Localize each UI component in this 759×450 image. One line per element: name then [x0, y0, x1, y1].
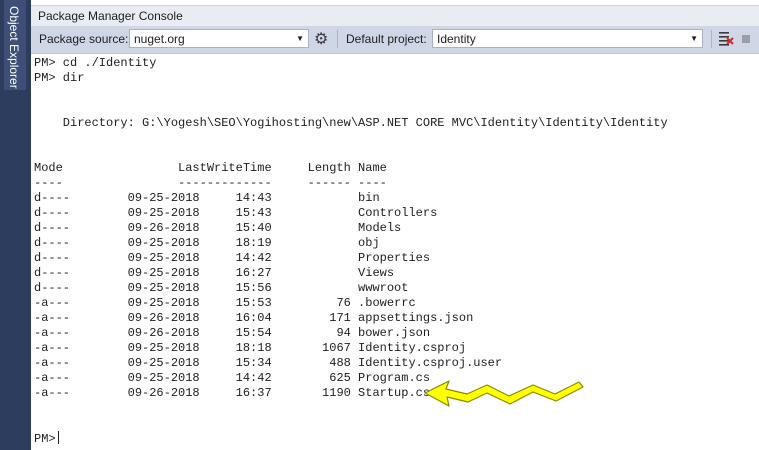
- listing-row: d---- 09-25-2018 16:27 Views: [34, 266, 395, 280]
- prompt-text: PM>: [34, 432, 56, 446]
- listing-row: d---- 09-26-2018 15:40 Models: [34, 221, 402, 235]
- listing-row: d---- 09-25-2018 15:43 Controllers: [34, 206, 438, 220]
- listing-row: -a--- 09-25-2018 18:18 1067 Identity.csp…: [34, 341, 467, 355]
- default-project-dropdown[interactable]: Identity ▼: [432, 29, 703, 48]
- listing-underline: ---- ------------- ------ ----: [34, 176, 387, 190]
- dropdown-arrow-icon: ▼: [296, 34, 304, 43]
- object-explorer-tab-label: Object Explorer: [7, 6, 21, 89]
- dropdown-arrow-icon: ▼: [690, 34, 698, 43]
- top-strip: [31, 1, 759, 5]
- listing-row: -a--- 09-26-2018 16:04 171 appsettings.j…: [34, 311, 474, 325]
- listing-row: d---- 09-25-2018 18:19 obj: [34, 236, 380, 250]
- package-source-dropdown[interactable]: nuget.org ▼: [129, 29, 309, 48]
- gear-icon[interactable]: ⚙: [314, 29, 328, 49]
- listing-row: d---- 09-25-2018 14:42 Properties: [34, 251, 431, 265]
- object-explorer-tab[interactable]: Object Explorer: [4, 0, 26, 90]
- window-title: Package Manager Console: [38, 9, 183, 23]
- yellow-arrow-annotation: [424, 380, 584, 407]
- console-toolbar: Package source: nuget.org ▼ ⚙ Default pr…: [31, 26, 759, 54]
- toolbar-separator: [337, 30, 338, 48]
- side-strip: Object Explorer: [0, 0, 31, 450]
- listing-row: -a--- 09-26-2018 15:54 94 bower.json: [34, 326, 431, 340]
- listing-header: Mode LastWriteTime Length Name: [34, 161, 387, 175]
- default-project-label: Default project:: [346, 32, 427, 46]
- listing-row: -a--- 09-25-2018 15:53 76 .bowerrc: [34, 296, 416, 310]
- console-command: PM> dir: [34, 71, 85, 85]
- package-source-value: nuget.org: [134, 32, 185, 46]
- directory-line: Directory: G:\Yogesh\SEO\Yogihosting\new…: [34, 116, 668, 130]
- package-source-label: Package source:: [39, 32, 129, 46]
- listing-row: -a--- 09-26-2018 16:37 1190 Startup.cs: [34, 386, 431, 400]
- listing-row: d---- 09-25-2018 15:56 wwwroot: [34, 281, 409, 295]
- console-command: PM> cd ./Identity: [34, 56, 157, 70]
- toolbar-separator: [711, 30, 712, 48]
- console-prompt[interactable]: PM>: [34, 431, 59, 447]
- tool-window-title-bar: Package Manager Console: [31, 1, 759, 27]
- console-output[interactable]: PM> cd ./Identity PM> dir Directory: G:\…: [31, 54, 759, 450]
- default-project-value: Identity: [437, 32, 476, 46]
- stop-icon[interactable]: [742, 35, 750, 43]
- text-cursor: [57, 431, 59, 444]
- clear-console-icon[interactable]: [718, 29, 734, 47]
- listing-row: -a--- 09-25-2018 15:34 488 Identity.cspr…: [34, 356, 503, 370]
- listing-row: -a--- 09-25-2018 14:42 625 Program.cs: [34, 371, 431, 385]
- listing-row: d---- 09-25-2018 14:43 bin: [34, 191, 380, 205]
